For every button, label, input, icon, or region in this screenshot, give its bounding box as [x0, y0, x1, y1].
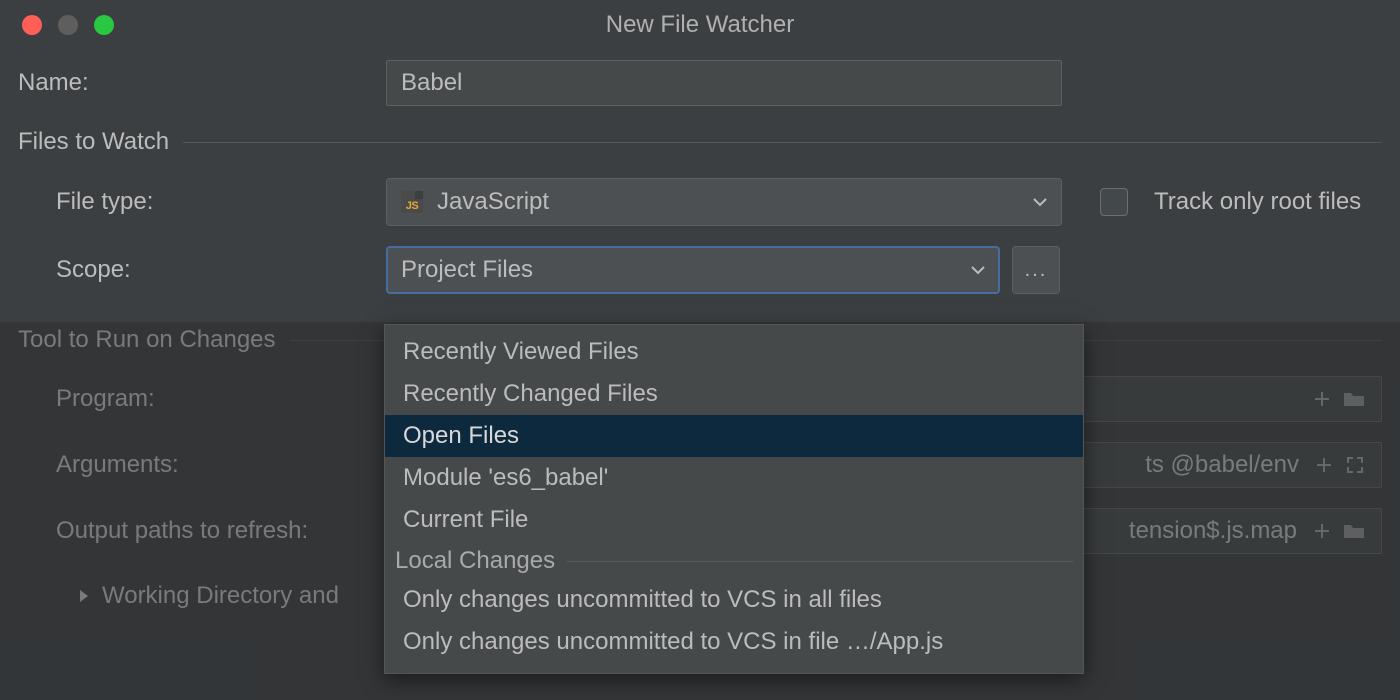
section-label: Files to Watch: [18, 128, 169, 156]
scope-option[interactable]: Only changes uncommitted to VCS in all f…: [385, 579, 1083, 621]
window-controls: [0, 15, 114, 35]
javascript-file-icon: JS: [401, 191, 423, 213]
filetype-dropdown[interactable]: JS JavaScript: [386, 178, 1062, 226]
section-label: Tool to Run on Changes: [18, 326, 276, 354]
working-directory-label: Working Directory and: [102, 582, 339, 610]
arguments-label: Arguments:: [18, 451, 386, 479]
outputpaths-label: Output paths to refresh:: [18, 517, 386, 545]
minimize-window-icon[interactable]: [58, 15, 78, 35]
program-label: Program:: [18, 385, 386, 413]
close-window-icon[interactable]: [22, 15, 42, 35]
track-root-checkbox[interactable]: [1100, 188, 1128, 216]
name-label: Name:: [18, 69, 386, 97]
scope-value: Project Files: [401, 256, 533, 284]
scope-option[interactable]: Current File: [385, 499, 1083, 541]
popup-group-header: Local Changes: [385, 541, 1083, 579]
insert-macro-icon[interactable]: [1307, 390, 1337, 408]
filetype-label: File type:: [18, 188, 386, 216]
maximize-window-icon[interactable]: [94, 15, 114, 35]
files-to-watch-section: Files to Watch: [18, 128, 1382, 156]
scope-dropdown[interactable]: Project Files: [386, 246, 1000, 294]
filetype-value: JavaScript: [437, 188, 549, 216]
window-title: New File Watcher: [0, 11, 1400, 39]
scope-option[interactable]: Open Files: [385, 415, 1083, 457]
scope-dropdown-popup: Recently Viewed FilesRecently Changed Fi…: [384, 324, 1084, 674]
scope-option[interactable]: Recently Changed Files: [385, 373, 1083, 415]
chevron-down-icon: [971, 265, 985, 275]
insert-macro-icon[interactable]: [1307, 522, 1337, 540]
scope-browse-button[interactable]: ...: [1012, 246, 1060, 294]
browse-folder-icon[interactable]: [1337, 522, 1371, 540]
name-input[interactable]: [386, 60, 1062, 106]
scope-label: Scope:: [18, 256, 386, 284]
expand-icon[interactable]: [1339, 455, 1371, 475]
browse-folder-icon[interactable]: [1337, 390, 1371, 408]
chevron-right-icon: [78, 588, 90, 604]
divider: [183, 142, 1382, 143]
chevron-down-icon: [1033, 197, 1047, 207]
divider: [567, 561, 1073, 562]
scope-option[interactable]: Only changes uncommitted to VCS in file …: [385, 621, 1083, 663]
track-root-label: Track only root files: [1154, 188, 1361, 216]
titlebar: New File Watcher: [0, 0, 1400, 50]
popup-group-label: Local Changes: [395, 547, 555, 575]
scope-option[interactable]: Recently Viewed Files: [385, 331, 1083, 373]
scope-option[interactable]: Module 'es6_babel': [385, 457, 1083, 499]
insert-macro-icon[interactable]: [1309, 456, 1339, 474]
